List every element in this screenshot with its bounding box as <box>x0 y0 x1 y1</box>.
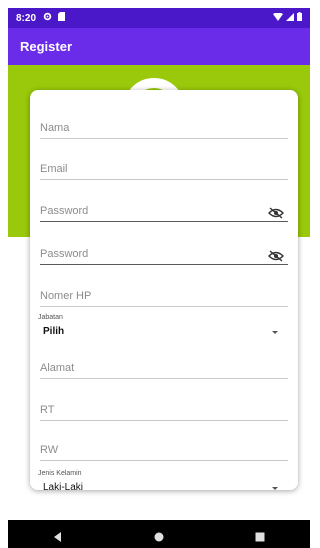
status-bar: 8:20 <box>8 8 310 28</box>
email-field[interactable]: Email <box>40 149 288 180</box>
confirm-password-field[interactable]: Password <box>40 234 288 265</box>
alamat-field[interactable]: Alamat <box>40 348 288 379</box>
nomer-hp-placeholder: Nomer HP <box>40 290 92 302</box>
rw-placeholder: RW <box>40 444 59 456</box>
jabatan-dropdown[interactable]: Jabatan Pilih <box>38 314 288 344</box>
nama-field[interactable]: Nama <box>40 108 288 139</box>
jenis-kelamin-label: Jenis Kelamin <box>38 470 82 477</box>
signal-icon <box>286 12 294 24</box>
navigation-bar <box>8 520 310 548</box>
jabatan-label: Jabatan <box>38 314 63 321</box>
jabatan-value: Pilih <box>43 326 65 337</box>
password-field[interactable]: Password <box>40 191 288 222</box>
wifi-icon <box>273 12 283 24</box>
rt-field[interactable]: RT <box>40 390 288 421</box>
alamat-placeholder: Alamat <box>40 362 75 374</box>
home-icon[interactable] <box>154 529 164 542</box>
visibility-off-icon[interactable] <box>268 206 284 219</box>
rt-placeholder: RT <box>40 404 55 416</box>
dropdown-arrow-icon <box>272 487 278 490</box>
sim-card-icon <box>58 12 66 24</box>
confirm-password-placeholder: Password <box>40 248 89 260</box>
email-placeholder: Email <box>40 163 68 175</box>
recents-icon[interactable] <box>255 529 265 542</box>
phone-screen: 8:20 Register Nama Email Password Passwo… <box>8 8 310 548</box>
dropdown-arrow-icon <box>272 331 278 334</box>
status-right-icons <box>273 12 302 24</box>
visibility-off-icon[interactable] <box>268 249 284 262</box>
settings-icon <box>43 12 52 24</box>
app-bar: Register <box>8 28 310 65</box>
jenis-kelamin-value: Laki-Laki <box>43 482 84 493</box>
register-form-card: Nama Email Password Password Nomer HP Ja… <box>30 90 298 493</box>
battery-icon <box>297 12 302 24</box>
page-title: Register <box>20 39 73 54</box>
nama-placeholder: Nama <box>40 122 70 134</box>
jenis-kelamin-dropdown[interactable]: Jenis Kelamin Laki-Laki <box>38 470 288 500</box>
status-time: 8:20 <box>16 12 37 24</box>
back-icon[interactable] <box>53 529 63 542</box>
rw-field[interactable]: RW <box>40 430 288 461</box>
nomer-hp-field[interactable]: Nomer HP <box>40 276 288 307</box>
password-placeholder: Password <box>40 205 89 217</box>
